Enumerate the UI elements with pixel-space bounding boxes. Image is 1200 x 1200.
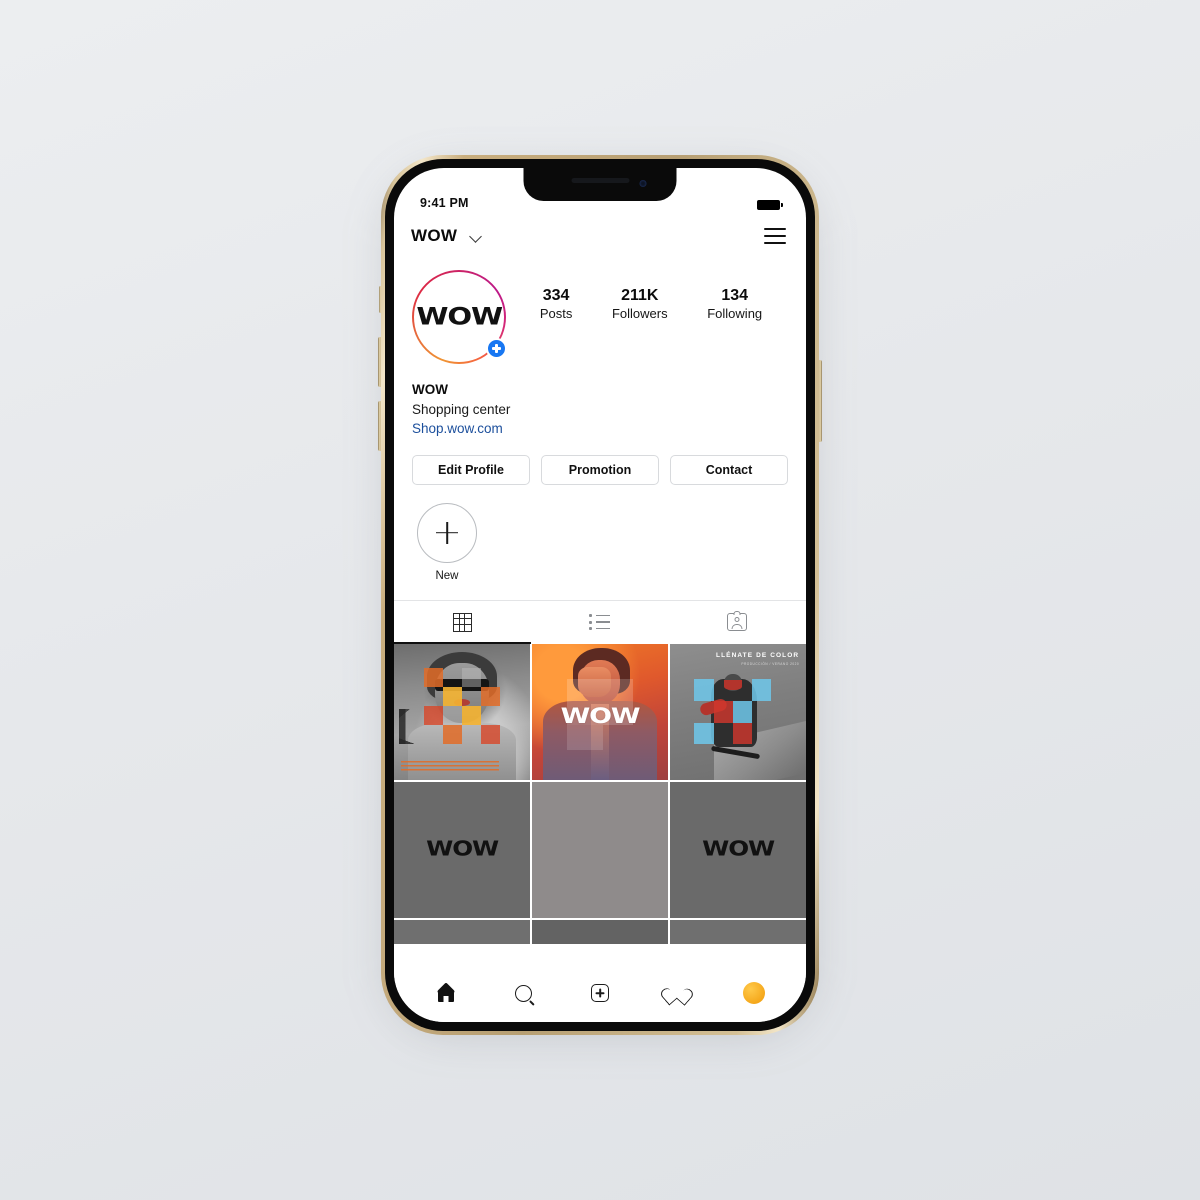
- add-post-icon: [590, 984, 609, 1002]
- grid-icon: [453, 612, 473, 632]
- post-1-caption: [400, 760, 499, 773]
- tab-grid[interactable]: [394, 601, 532, 644]
- stat-posts-value: 334: [542, 287, 570, 304]
- profile-stats: 334 Posts 211K Followers 134 Following: [506, 270, 788, 323]
- bio-category: Shopping center: [412, 401, 511, 417]
- bio-display-name: WOW: [412, 382, 448, 397]
- phone-device: 9:41 PM WOW WOW 334 Posts 211K Followers…: [378, 155, 822, 1035]
- profile-summary: WOW 334 Posts 211K Followers 134 Followi…: [394, 256, 806, 364]
- checker-overlay: [423, 668, 501, 745]
- status-bar-indicators: [757, 200, 783, 210]
- stat-followers-label: Followers: [611, 306, 668, 321]
- nav-activity[interactable]: [660, 978, 694, 1008]
- post-2-logo-text: WOW: [560, 703, 641, 729]
- edit-profile-button[interactable]: Edit Profile: [412, 454, 530, 485]
- post-thumbnail[interactable]: [670, 919, 806, 944]
- tagged-icon: [727, 611, 748, 632]
- profile-avatar-icon: [742, 982, 765, 1004]
- stat-following-label: Following: [707, 306, 763, 321]
- highlight-label: New: [435, 569, 459, 582]
- profile-tab-bar: [394, 599, 806, 644]
- highlight-new[interactable]: New: [416, 502, 478, 582]
- post-thumbnail[interactable]: [532, 781, 668, 918]
- device-frame: 9:41 PM WOW WOW 334 Posts 211K Followers…: [381, 155, 819, 1035]
- bottom-navigation-bar: [394, 970, 806, 1022]
- stat-followers[interactable]: 211K Followers: [612, 286, 668, 323]
- post-thumbnail[interactable]: [532, 919, 668, 944]
- heart-icon: [667, 985, 686, 1002]
- post-thumbnail[interactable]: [394, 643, 530, 780]
- nav-search[interactable]: [506, 978, 540, 1008]
- nav-add-post[interactable]: [583, 978, 617, 1008]
- profile-bio: WOW Shopping center Shop.wow.com: [394, 364, 806, 439]
- post-5-image: [532, 782, 668, 918]
- checker-overlay: [694, 679, 771, 745]
- contact-button[interactable]: Contact: [670, 454, 788, 485]
- search-icon: [514, 984, 532, 1002]
- app-content: 9:41 PM WOW WOW 334 Posts 211K Followers…: [394, 168, 806, 1022]
- story-highlights: New: [394, 485, 806, 582]
- nav-home[interactable]: [429, 978, 463, 1008]
- post-3-title-block: LLÉNATE DE COLOR PRODUCCIÓN / VERANO 202…: [716, 653, 799, 666]
- post-3-subtitle: PRODUCCIÓN / VERANO 2020: [741, 661, 800, 666]
- profile-action-buttons: Edit Profile Promotion Contact: [394, 439, 806, 485]
- stat-posts[interactable]: 334 Posts: [540, 286, 573, 323]
- phone-screen: 9:41 PM WOW WOW 334 Posts 211K Followers…: [394, 168, 806, 1022]
- profile-avatar[interactable]: WOW: [412, 270, 507, 364]
- header-username: WOW: [411, 226, 458, 245]
- hamburger-line: [764, 241, 786, 244]
- status-bar-time: 9:41 PM: [420, 196, 469, 210]
- hamburger-line: [764, 228, 786, 231]
- post-thumbnail[interactable]: LLÉNATE DE COLOR PRODUCCIÓN / VERANO 202…: [670, 643, 806, 780]
- device-notch: [523, 168, 677, 201]
- post-thumbnail[interactable]: WOW: [670, 781, 806, 918]
- post-3-title: LLÉNATE DE COLOR: [716, 652, 800, 660]
- device-bezel: 9:41 PM WOW WOW 334 Posts 211K Followers…: [385, 159, 815, 1031]
- tab-tagged[interactable]: [669, 601, 806, 644]
- post-6-logo-text: WOW: [702, 837, 775, 861]
- chevron-down-icon[interactable]: [471, 231, 482, 242]
- post-6-image: WOW: [670, 782, 806, 918]
- post-thumbnail[interactable]: WOW: [532, 643, 668, 780]
- home-icon: [437, 985, 456, 1002]
- stat-following-value: 134: [721, 287, 749, 304]
- plus-icon[interactable]: [417, 502, 477, 563]
- post-thumbnail[interactable]: WOW: [394, 781, 530, 918]
- avatar-logo-text: WOW: [416, 303, 503, 331]
- app-header: WOW: [394, 216, 806, 256]
- earpiece-speaker-icon: [571, 178, 629, 183]
- post-1-image: [394, 643, 530, 780]
- post-4-image: WOW: [394, 782, 530, 918]
- hamburger-menu-icon[interactable]: [764, 228, 786, 244]
- post-grid: WOW LLÉNATE DE COLOR PRODUCCIÓN / VERANO…: [394, 643, 806, 944]
- post-3-image: LLÉNATE DE COLOR PRODUCCIÓN / VERANO 202…: [670, 643, 806, 780]
- stat-followers-value: 211K: [621, 287, 659, 304]
- front-camera-icon: [639, 180, 647, 187]
- post-thumbnail[interactable]: [394, 919, 530, 944]
- post-4-logo-text: WOW: [426, 837, 499, 861]
- promotion-button[interactable]: Promotion: [541, 454, 659, 485]
- plus-badge-icon[interactable]: [486, 338, 507, 359]
- header-account-switcher[interactable]: WOW: [411, 226, 482, 246]
- bio-website-link[interactable]: Shop.wow.com: [412, 419, 788, 439]
- battery-full-icon: [757, 200, 783, 210]
- stat-posts-label: Posts: [539, 306, 573, 321]
- list-icon: [589, 614, 610, 630]
- tab-list[interactable]: [531, 601, 668, 644]
- hamburger-line: [764, 235, 786, 237]
- post-2-image: WOW: [532, 643, 668, 780]
- stat-following[interactable]: 134 Following: [707, 286, 762, 323]
- nav-profile[interactable]: [737, 978, 771, 1008]
